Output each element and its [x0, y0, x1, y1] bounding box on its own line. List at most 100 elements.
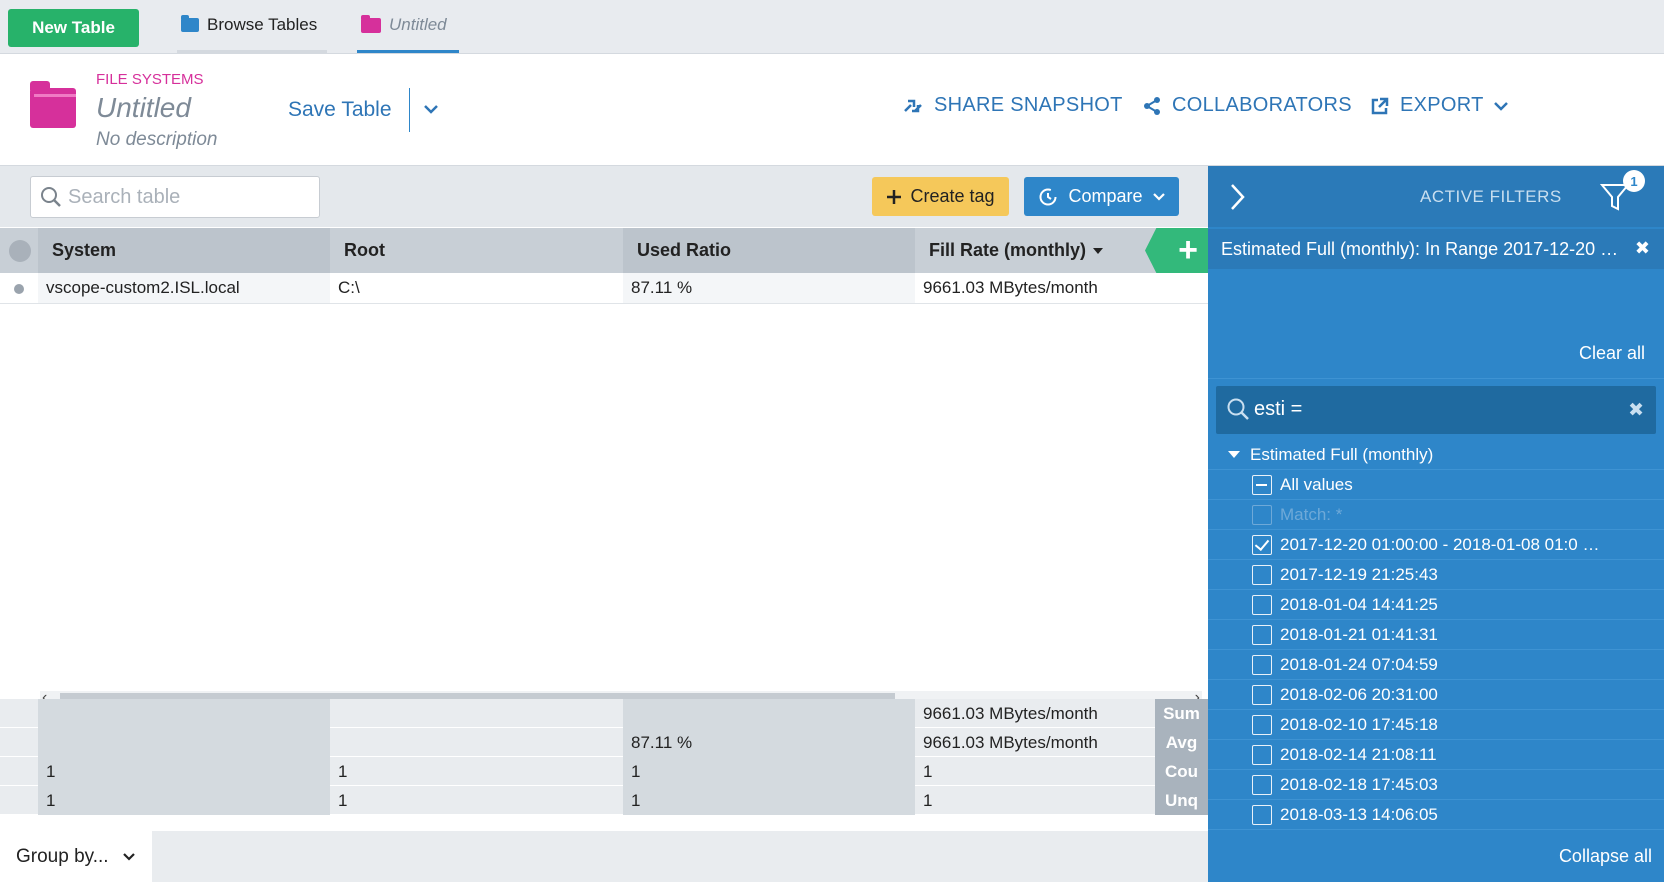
agg-cell: [38, 728, 330, 757]
filter-option[interactable]: 2018-03-13 14:06:05: [1208, 800, 1664, 830]
cell-fill-rate: 9661.03 MBytes/month: [923, 278, 1098, 297]
checkbox[interactable]: [1252, 744, 1272, 765]
filter-option[interactable]: 2018-02-06 20:31:00: [1208, 680, 1664, 710]
save-options-button[interactable]: [424, 98, 438, 119]
checkbox[interactable]: [1252, 804, 1272, 825]
table-description[interactable]: No description: [96, 129, 217, 151]
checkbox[interactable]: [1252, 534, 1272, 555]
checkbox[interactable]: [1252, 564, 1272, 585]
share-snapshot-label: SHARE SNAPSHOT: [934, 94, 1123, 116]
link-icon: [904, 99, 922, 112]
checkbox[interactable]: [1252, 474, 1272, 495]
clear-all-button[interactable]: Clear all: [1579, 343, 1645, 364]
filter-option[interactable]: 2018-01-24 07:04:59: [1208, 650, 1664, 680]
history-icon: [1039, 188, 1057, 205]
agg-cell: 9661.03 MBytes/month: [923, 732, 1098, 752]
agg-cell: 1: [38, 757, 330, 786]
checkbox[interactable]: [1252, 654, 1272, 675]
create-tag-label: Create tag: [910, 186, 995, 206]
select-all-toggle[interactable]: [9, 240, 31, 262]
chevron-right-icon[interactable]: [1230, 183, 1246, 211]
cell-root: C:\: [338, 278, 360, 297]
agg-cell: 1: [38, 786, 330, 815]
chevron-down-icon: [1152, 193, 1165, 201]
checkbox[interactable]: [1252, 624, 1272, 645]
agg-cell: 87.11 %: [623, 728, 915, 757]
filter-option-label: 2018-02-18 17:45:03: [1280, 774, 1438, 794]
tab-label: Browse Tables: [207, 15, 318, 34]
filter-option-label: 2018-02-06 20:31:00: [1280, 684, 1438, 704]
table-category: FILE SYSTEMS: [96, 71, 204, 88]
column-header-root[interactable]: Root: [330, 228, 623, 273]
search-box[interactable]: [30, 176, 320, 218]
active-filter-chip[interactable]: Estimated Full (monthly): In Range 2017-…: [1208, 229, 1664, 269]
filter-option-label: 2017-12-19 21:25:43: [1280, 564, 1438, 584]
filter-option-label: Match: *: [1280, 504, 1343, 524]
filter-option[interactable]: 2017-12-19 21:25:43: [1208, 560, 1664, 590]
filter-search-value[interactable]: esti =: [1254, 398, 1302, 421]
table-row[interactable]: vscope-custom2.ISL.local C:\ 87.11 % 966…: [0, 273, 1208, 304]
group-by-dropdown[interactable]: Group by...: [0, 831, 152, 882]
filter-option-label: 2018-01-24 07:04:59: [1280, 654, 1438, 674]
filter-option-label: 2018-01-04 14:41:25: [1280, 594, 1438, 614]
collapse-all-button[interactable]: Collapse all: [1559, 846, 1652, 867]
app-window: New Table Browse Tables Untitled FILE SY…: [0, 0, 1664, 882]
share-snapshot-button[interactable]: SHARE SNAPSHOT: [902, 94, 1123, 117]
save-table-button[interactable]: Save Table: [288, 98, 392, 122]
filter-option[interactable]: 2018-01-04 14:41:25: [1208, 590, 1664, 620]
external-link-icon: [1371, 97, 1389, 114]
filter-option[interactable]: 2018-02-10 17:45:18: [1208, 710, 1664, 740]
filter-option[interactable]: All values: [1208, 470, 1664, 500]
checkbox: [1252, 504, 1272, 525]
collaborators-label: COLLABORATORS: [1172, 94, 1352, 116]
search-input[interactable]: [68, 177, 308, 217]
caret-down-icon: [1228, 451, 1240, 458]
tab-browse-tables[interactable]: Browse Tables: [177, 0, 327, 53]
search-icon: [1227, 398, 1249, 420]
share-icon: [1144, 96, 1160, 115]
column-header-used-ratio[interactable]: Used Ratio: [623, 228, 915, 273]
aggregate-row-count: 1 1 1 1 Cou: [0, 757, 1208, 786]
compare-button[interactable]: Compare: [1024, 177, 1179, 216]
plus-icon: [887, 189, 902, 204]
agg-label-sum: Sum: [1155, 699, 1208, 728]
tab-untitled[interactable]: Untitled: [357, 0, 459, 53]
row-status-dot[interactable]: [14, 284, 24, 294]
filter-option[interactable]: 2018-02-18 17:45:03: [1208, 770, 1664, 800]
agg-cell: 1: [338, 761, 348, 781]
filter-option-label: 2018-01-21 01:41:31: [1280, 624, 1438, 644]
tab-bar: New Table Browse Tables Untitled: [0, 0, 1664, 54]
agg-cell: 1: [623, 757, 915, 786]
active-filters-title: ACTIVE FILTERS: [1420, 187, 1562, 206]
chevron-down-icon: [1493, 101, 1508, 111]
filter-option[interactable]: 2018-01-21 01:41:31: [1208, 620, 1664, 650]
export-button[interactable]: EXPORT: [1370, 94, 1508, 117]
agg-cell: 1: [623, 786, 915, 815]
checkbox[interactable]: [1252, 774, 1272, 795]
chevron-down-icon: [122, 853, 135, 861]
checkbox[interactable]: [1252, 594, 1272, 615]
filter-search-field[interactable]: esti = ✖: [1216, 386, 1656, 434]
remove-filter-icon[interactable]: ✖: [1635, 238, 1650, 259]
agg-cell: 1: [923, 790, 933, 810]
sort-desc-icon: [1093, 247, 1103, 254]
create-tag-button[interactable]: Create tag: [872, 177, 1009, 216]
agg-cell: [623, 699, 915, 728]
filter-option[interactable]: 2017-12-20 01:00:00 - 2018-01-08 01:0 …: [1208, 530, 1664, 560]
folder-icon: [181, 15, 199, 32]
agg-cell: 1: [923, 761, 933, 781]
cell-system: vscope-custom2.ISL.local: [38, 273, 330, 303]
table-toolbar: Create tag Compare: [0, 166, 1208, 227]
agg-cell: [330, 728, 623, 757]
filter-group-estimated-full[interactable]: Estimated Full (monthly): [1208, 440, 1664, 470]
table-title[interactable]: Untitled: [96, 92, 191, 124]
filter-option[interactable]: 2018-02-14 21:08:11: [1208, 740, 1664, 770]
checkbox[interactable]: [1252, 714, 1272, 735]
clear-search-icon[interactable]: ✖: [1628, 399, 1644, 422]
collaborators-button[interactable]: COLLABORATORS: [1142, 94, 1352, 117]
add-column-button[interactable]: +: [1145, 228, 1208, 273]
column-header-fill-rate[interactable]: Fill Rate (monthly): [915, 228, 1145, 273]
checkbox[interactable]: [1252, 684, 1272, 705]
new-table-button[interactable]: New Table: [8, 9, 139, 47]
column-header-system[interactable]: System: [38, 228, 330, 273]
